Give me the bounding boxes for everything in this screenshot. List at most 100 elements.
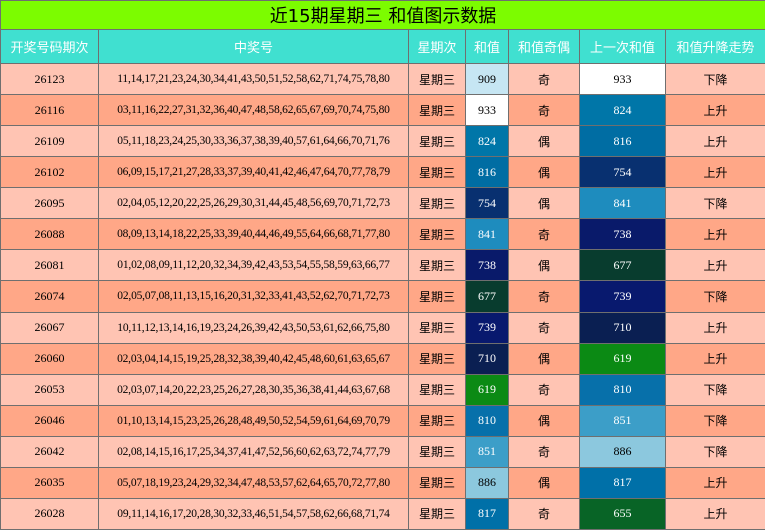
period-cell: 26046: [0, 404, 99, 437]
trend-cell: 下降: [664, 62, 765, 96]
weekday-cell: 星期三: [408, 249, 466, 282]
weekday-cell: 星期三: [408, 62, 466, 96]
parity-cell: 偶: [508, 466, 580, 499]
table-body: 26123 11,14,17,21,23,24,30,34,41,43,50,51…: [0, 62, 765, 530]
numbers-cell: 02,04,05,12,20,22,25,26,29,30,31,44,45,4…: [98, 187, 409, 220]
weekday-cell: 星期三: [408, 125, 466, 158]
period-cell: 26102: [0, 156, 99, 189]
sum-cell: 710: [465, 342, 509, 375]
numbers-cell: 05,11,18,23,24,25,30,33,36,37,38,39,40,5…: [98, 125, 409, 158]
prev-sum-cell: 886: [579, 435, 666, 468]
weekday-cell: 星期三: [408, 280, 466, 313]
table-row: 26067 10,11,12,13,14,16,19,23,24,26,39,42…: [0, 311, 765, 344]
prev-sum-cell: 655: [579, 497, 666, 530]
period-cell: 26060: [0, 342, 99, 375]
prev-sum-cell: 824: [579, 94, 666, 127]
weekday-cell: 星期三: [408, 497, 466, 530]
sum-cell: 817: [465, 497, 509, 530]
trend-cell: 上升: [664, 94, 765, 127]
header-prev-sum: 上一次和值: [579, 29, 666, 64]
prev-sum-cell: 810: [579, 373, 666, 406]
trend-cell: 上升: [664, 311, 765, 344]
prev-sum-cell: 710: [579, 311, 666, 344]
numbers-cell: 02,08,14,15,16,17,25,34,37,41,47,52,56,6…: [98, 435, 409, 468]
table-row: 26088 08,09,13,14,18,22,25,33,39,40,44,46…: [0, 218, 765, 251]
lottery-table-container: 近15期星期三 和值图示数据 开奖号码期次 中奖号 星期次 和值 和值奇偶 上一…: [0, 0, 765, 530]
parity-cell: 奇: [508, 218, 580, 251]
trend-cell: 下降: [664, 404, 765, 437]
weekday-cell: 星期三: [408, 466, 466, 499]
table-row: 26095 02,04,05,12,20,22,25,26,29,30,31,44…: [0, 187, 765, 220]
period-cell: 26053: [0, 373, 99, 406]
prev-sum-cell: 817: [579, 466, 666, 499]
trend-cell: 下降: [664, 373, 765, 406]
parity-cell: 偶: [508, 342, 580, 375]
trend-cell: 上升: [664, 156, 765, 189]
sum-cell: 754: [465, 187, 509, 220]
weekday-cell: 星期三: [408, 404, 466, 437]
trend-cell: 上升: [664, 125, 765, 158]
header-parity: 和值奇偶: [508, 29, 580, 64]
parity-cell: 奇: [508, 94, 580, 127]
table-row: 26102 06,09,15,17,21,27,28,33,37,39,40,41…: [0, 156, 765, 189]
prev-sum-cell: 851: [579, 404, 666, 437]
parity-cell: 偶: [508, 125, 580, 158]
parity-cell: 偶: [508, 187, 580, 220]
table-row: 26123 11,14,17,21,23,24,30,34,41,43,50,51…: [0, 62, 765, 96]
header-sum: 和值: [465, 29, 509, 64]
parity-cell: 偶: [508, 249, 580, 282]
page-title: 近15期星期三 和值图示数据: [0, 0, 765, 30]
weekday-cell: 星期三: [408, 435, 466, 468]
weekday-cell: 星期三: [408, 373, 466, 406]
period-cell: 26088: [0, 218, 99, 251]
numbers-cell: 05,07,18,19,23,24,29,32,34,47,48,53,57,6…: [98, 466, 409, 499]
header-weekday: 星期次: [408, 29, 466, 64]
parity-cell: 奇: [508, 373, 580, 406]
numbers-cell: 09,11,14,16,17,20,28,30,32,33,46,51,54,5…: [98, 497, 409, 530]
period-cell: 26074: [0, 280, 99, 313]
sum-cell: 886: [465, 466, 509, 499]
numbers-cell: 01,10,13,14,15,23,25,26,28,48,49,50,52,5…: [98, 404, 409, 437]
prev-sum-cell: 816: [579, 125, 666, 158]
period-cell: 26116: [0, 94, 99, 127]
weekday-cell: 星期三: [408, 156, 466, 189]
trend-cell: 下降: [664, 187, 765, 220]
trend-cell: 上升: [664, 218, 765, 251]
table-row: 26028 09,11,14,16,17,20,28,30,32,33,46,51…: [0, 497, 765, 530]
trend-cell: 上升: [664, 249, 765, 282]
period-cell: 26067: [0, 311, 99, 344]
numbers-cell: 02,05,07,08,11,13,15,16,20,31,32,33,41,4…: [98, 280, 409, 313]
sum-cell: 739: [465, 311, 509, 344]
sum-cell: 677: [465, 280, 509, 313]
period-cell: 26042: [0, 435, 99, 468]
numbers-cell: 02,03,07,14,20,22,23,25,26,27,28,30,35,3…: [98, 373, 409, 406]
table-row: 26053 02,03,07,14,20,22,23,25,26,27,28,30…: [0, 373, 765, 406]
prev-sum-cell: 933: [579, 62, 666, 96]
header-numbers: 中奖号: [98, 29, 409, 64]
sum-cell: 738: [465, 249, 509, 282]
prev-sum-cell: 754: [579, 156, 666, 189]
weekday-cell: 星期三: [408, 311, 466, 344]
numbers-cell: 03,11,16,22,27,31,32,36,40,47,48,58,62,6…: [98, 94, 409, 127]
trend-cell: 下降: [664, 280, 765, 313]
trend-cell: 下降: [664, 435, 765, 468]
parity-cell: 奇: [508, 62, 580, 96]
period-cell: 26035: [0, 466, 99, 499]
prev-sum-cell: 738: [579, 218, 666, 251]
parity-cell: 奇: [508, 311, 580, 344]
header-trend: 和值升降走势: [664, 29, 765, 64]
prev-sum-cell: 841: [579, 187, 666, 220]
numbers-cell: 01,02,08,09,11,12,20,32,34,39,42,43,53,5…: [98, 249, 409, 282]
numbers-cell: 06,09,15,17,21,27,28,33,37,39,40,41,42,4…: [98, 156, 409, 189]
sum-cell: 810: [465, 404, 509, 437]
table-row: 26046 01,10,13,14,15,23,25,26,28,48,49,50…: [0, 404, 765, 437]
prev-sum-cell: 619: [579, 342, 666, 375]
table-row: 26035 05,07,18,19,23,24,29,32,34,47,48,53…: [0, 466, 765, 499]
period-cell: 26123: [0, 62, 99, 96]
sum-cell: 841: [465, 218, 509, 251]
header-row: 开奖号码期次 中奖号 星期次 和值 和值奇偶 上一次和值 和值升降走势: [0, 29, 765, 64]
table-row: 26081 01,02,08,09,11,12,20,32,34,39,42,43…: [0, 249, 765, 282]
parity-cell: 奇: [508, 435, 580, 468]
parity-cell: 奇: [508, 280, 580, 313]
weekday-cell: 星期三: [408, 342, 466, 375]
